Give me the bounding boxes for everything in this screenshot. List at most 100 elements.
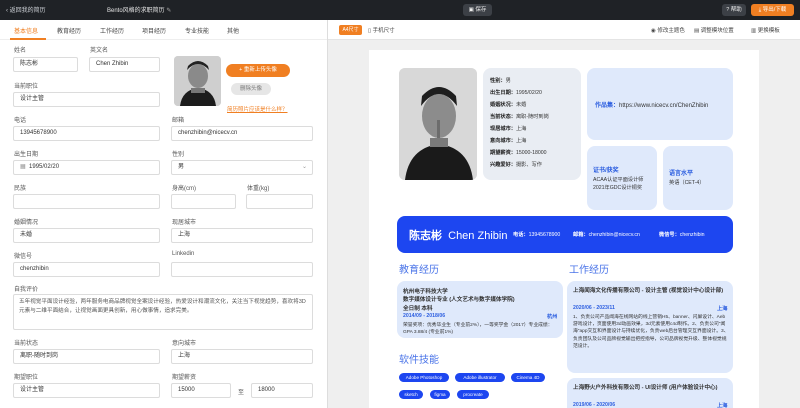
edu-date: 2014/09 - 2018/06 [403,313,446,319]
info-marriage-value: 未婚 [515,102,527,108]
target-city-input[interactable]: 上海 [171,349,313,364]
work-2-company: 上海野火户外科技有限公司 - UI设计师 (用户体验设计中心) [573,385,718,391]
language-card: 语言水平 英语（CET-4） [663,146,733,210]
portfolio-label: 作品集： [595,103,620,109]
info-status-key: 当前状态： [490,114,516,120]
upload-avatar-button[interactable]: + 重新上传头像 [226,64,290,77]
resume-portrait-image [399,68,477,180]
skill-tag: Cinema 4D [511,373,545,382]
photo-guide-link[interactable]: 简历照片应该是什么样？ [227,105,288,113]
work-1-date: 2020/06 - 2023/11 [573,305,615,311]
wechat-input[interactable]: chenzhibin [13,262,160,277]
info-gender-key: 性别： [490,78,506,84]
preview-panel: A4尺寸 ▯ 手机尺寸 ◉ 修改主题色 ▤ 调整模块位置 ▥ 更换模板 性别：男… [328,20,800,408]
height-input[interactable] [171,194,236,209]
city-input[interactable]: 上海 [171,228,313,243]
theme-color-button[interactable]: ◉ 修改主题色 [651,26,685,34]
band-wechat-label: 微信号： [659,232,680,238]
calendar-icon: ▦ [20,164,26,170]
portfolio-card: 作品集：https://www.nicecv.cn/ChenZhibin [587,68,733,140]
weight-input[interactable] [246,194,313,209]
certificate-item: 2021年GDC设计铜奖 [593,185,643,191]
band-email: 邮箱：chenzhibin@nicecv.cn [573,231,640,238]
info-status-value: 离职-随时到岗 [515,114,549,120]
tab-basic-info[interactable]: 基本信息 [14,26,38,35]
self-eval-textarea[interactable]: 五年视觉平面设计经验，两年服务电商品牌视觉全案设计经验，热爱设计和潮流文化，关注… [13,294,313,330]
layout-label: 调整模块位置 [700,28,734,34]
document-title-text: Bento风格的求职简历 [107,8,165,14]
nation-label: 民族 [14,186,27,192]
back-link[interactable]: ‹ 返回我的简历 [6,5,46,14]
a4-size-button[interactable]: A4尺寸 [339,25,362,35]
job-input[interactable]: 设计主管 [13,92,160,107]
linkedin-input[interactable] [171,262,313,277]
save-button[interactable]: ▣ 保存 [463,4,492,16]
info-marriage-key: 婚姻状况： [490,102,516,108]
skill-tag: sketch [399,390,423,399]
basic-info-card: 性别：男 出生日期：1995/02/20 婚姻状况：未婚 当前状态：离职-随时到… [483,68,581,180]
tab-skills[interactable]: 专业技能 [185,26,209,35]
work-1-city: 上海 [717,306,728,312]
info-city: 现居城市：上海 [490,125,526,132]
help-button[interactable]: ? 帮助 [722,4,746,16]
tab-work[interactable]: 工作经历 [100,26,124,35]
city-label: 现居城市 [172,220,197,226]
name-label: 姓名 [14,48,27,54]
download-button[interactable]: ⤓ 导出/下载 [751,4,794,16]
band-phone-label: 电话： [513,232,529,238]
active-tab-indicator [10,38,46,40]
theme-color-label: 修改主题色 [657,28,685,34]
info-birth-value: 1995/02/20 [515,90,542,96]
target-job-label: 期望职位 [14,375,39,381]
certificates-card: 证书/获奖 ACAA认证平面设计师 2021年GDC设计铜奖 [587,146,657,210]
resume-photo [399,68,477,180]
layout-button[interactable]: ▤ 调整模块位置 [694,26,734,34]
info-status: 当前状态：离职-随时到岗 [490,113,549,120]
email-label: 邮箱 [172,118,185,124]
birth-input[interactable]: ▦ 1995/02/20 [13,160,160,175]
language-item: 英语（CET-4） [669,180,705,186]
section-tabs: 基本信息 教育经历 工作经历 项目经历 专业技能 其他 [0,20,327,40]
name-input[interactable]: 陈志彬 [13,57,78,72]
tab-other[interactable]: 其他 [227,26,239,35]
salary-max-input[interactable]: 18000 [251,383,313,398]
resume-name: 陈志彬 Chen Zhibin [409,227,507,243]
email-input[interactable]: chenzhibin@nicecv.cn [171,126,313,141]
salary-min-input[interactable]: 15000 [171,383,231,398]
band-phone: 电话：13945678900 [513,231,560,238]
resume-page: 性别：男 出生日期：1995/02/20 婚姻状况：未婚 当前状态：离职-随时到… [369,50,759,408]
avatar[interactable] [174,56,221,106]
edu-city: 杭州 [547,314,558,320]
info-city-value: 上海 [515,126,527,132]
name-contact-band: 陈志彬 Chen Zhibin 电话：13945678900 邮箱：chenzh… [397,216,733,253]
chevron-down-icon: ⌄ [301,164,307,170]
band-wechat: 微信号：chenzhibin [659,231,705,238]
band-email-value: chenzhibin@nicecv.cn [588,232,640,238]
tab-education[interactable]: 教育经历 [57,26,81,35]
status-input[interactable]: 离职-随时到岗 [13,349,160,364]
english-name-input[interactable]: Chen Zhibin [89,57,160,72]
portfolio-url[interactable]: https://www.nicecv.cn/ChenZhibin [619,103,708,109]
document-title[interactable]: Bento风格的求职简历 ✎ [107,5,171,14]
tab-projects[interactable]: 项目经历 [142,26,166,35]
template-button[interactable]: ▥ 更换模板 [751,26,780,34]
resume-name-cn: 陈志彬 [409,230,442,242]
phone-input[interactable]: 13945678900 [13,126,160,141]
portfolio-line: 作品集：https://www.nicecv.cn/ChenZhibin [595,100,708,109]
height-label: 身高(cm) [172,186,196,192]
target-job-input[interactable]: 设计主管 [13,383,160,398]
mobile-size-button[interactable]: ▯ 手机尺寸 [368,26,395,34]
band-phone-value: 13945678900 [528,232,561,238]
gender-select[interactable]: 男 ⌄ [171,160,313,175]
template-label: 更换模板 [757,28,780,34]
job-label: 当前职位 [14,84,39,90]
education-title: 教育经历 [399,265,439,276]
skills-title: 软件技能 [399,355,439,366]
nation-input[interactable] [13,194,160,209]
marriage-input[interactable]: 未婚 [13,228,160,243]
download-icon: ⤓ [758,7,762,13]
delete-avatar-button[interactable]: 删除头像 [231,83,271,95]
english-name-label: 英文名 [90,48,109,54]
help-icon: ? [726,7,730,13]
preview-toolbar: A4尺寸 ▯ 手机尺寸 ◉ 修改主题色 ▤ 调整模块位置 ▥ 更换模板 [328,20,800,40]
